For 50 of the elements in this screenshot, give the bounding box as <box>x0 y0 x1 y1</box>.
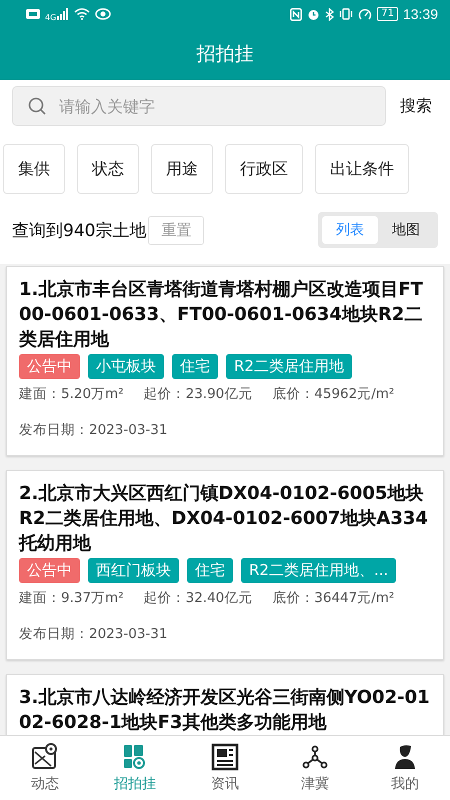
listing-stat: 底价：36447元/m² <box>272 589 394 607</box>
filter-button[interactable]: 状态 <box>77 144 139 194</box>
tag: 住宅 <box>187 558 233 583</box>
battery-indicator: 71 <box>377 7 398 21</box>
filter-button[interactable]: 集供 <box>3 144 65 194</box>
listing-card[interactable]: 2.北京市大兴区西红门镇DX04-0102-6005地块R2二类居住用地、DX04-0102-6007地块A334托幼用地 公告中 西红门板块 住宅 R2二类居住用地、... 建面：9.37万m² 起价：32.40亿元 底价：36447元/m² 发布日期：2023-03-31 <box>6 470 444 660</box>
nav-tab[interactable]: 我的 <box>360 736 450 800</box>
bluetooth-icon <box>325 8 334 20</box>
listing-stat: 建面：5.20万m² <box>19 385 124 403</box>
tag: 西红门板块 <box>88 558 179 583</box>
tag: R2二类居住用地 <box>226 354 352 379</box>
nav-tab[interactable]: 津冀 <box>270 736 360 800</box>
listing-title: 1.北京市丰台区青塔街道青塔村棚户区改造项目FT00-0601-0633、FT00-0601-0634地块R2二类居住用地 <box>19 278 424 352</box>
search-button[interactable]: 搜索 <box>400 96 432 116</box>
listing-stat: 底价：45962元/m² <box>272 385 394 403</box>
nodes-icon <box>301 743 329 771</box>
result-count: 查询到940宗土地 <box>12 220 146 242</box>
vibrate-icon <box>339 8 354 20</box>
listing-stat: 起价：32.40亿元 <box>144 589 252 607</box>
nfc-icon <box>290 8 302 20</box>
tag: 公告中 <box>19 558 80 583</box>
publish-date: 发布日期：2023-03-31 <box>19 421 168 439</box>
tag: 公告中 <box>19 354 80 379</box>
publish-date: 发布日期：2023-03-31 <box>19 625 168 643</box>
filter-button[interactable]: 行政区 <box>225 144 303 194</box>
map-pin-icon <box>31 743 59 771</box>
nav-tab[interactable]: 动态 <box>0 736 90 800</box>
listing-title: 2.北京市大兴区西红门镇DX04-0102-6005地块R2二类居住用地、DX04-0102-6007地块A334托幼用地 <box>19 482 429 556</box>
newspaper-icon <box>211 743 239 771</box>
wifi-icon <box>74 8 90 20</box>
status-time: 13:39 <box>402 6 438 22</box>
listing-title: 3.北京市八达岭经济开发区光谷三街南侧YO02-0102-6028-1地块F3其他类多功能用地 <box>19 686 431 735</box>
filter-button[interactable]: 出让条件 <box>315 144 409 194</box>
eye-icon <box>95 8 112 20</box>
tag: R2二类居住用地、... <box>241 558 396 583</box>
search-field[interactable]: 请输入关键字 <box>12 86 386 126</box>
filter-button[interactable]: 用途 <box>151 144 213 194</box>
listing-stat: 建面：9.37万m² <box>19 589 124 607</box>
alarm-icon <box>307 8 320 20</box>
listing-card[interactable]: 3.北京市八达岭经济开发区光谷三街南侧YO02-0102-6028-1地块F3其他类多功能用地 <box>6 674 444 735</box>
network-label: 4G <box>45 12 56 22</box>
tag: 住宅 <box>172 354 218 379</box>
listing-stat: 起价：23.90亿元 <box>144 385 252 403</box>
nav-tab[interactable]: 资讯 <box>180 736 270 800</box>
signal-icon <box>57 8 70 20</box>
page-title: 招拍挂 <box>196 42 254 67</box>
view-tab[interactable]: 地图 <box>378 216 434 244</box>
speed-icon <box>358 8 372 20</box>
listing-card[interactable]: 1.北京市丰台区青塔街道青塔村棚户区改造项目FT00-0601-0633、FT00-0601-0634地块R2二类居住用地 公告中 小屯板块 住宅 R2二类居住用地 建面：5.20万m² 起价：23.90亿元 底价：45962元/m² 发布日期：2023-03-31 <box>6 266 444 456</box>
tag: 小屯板块 <box>88 354 164 379</box>
